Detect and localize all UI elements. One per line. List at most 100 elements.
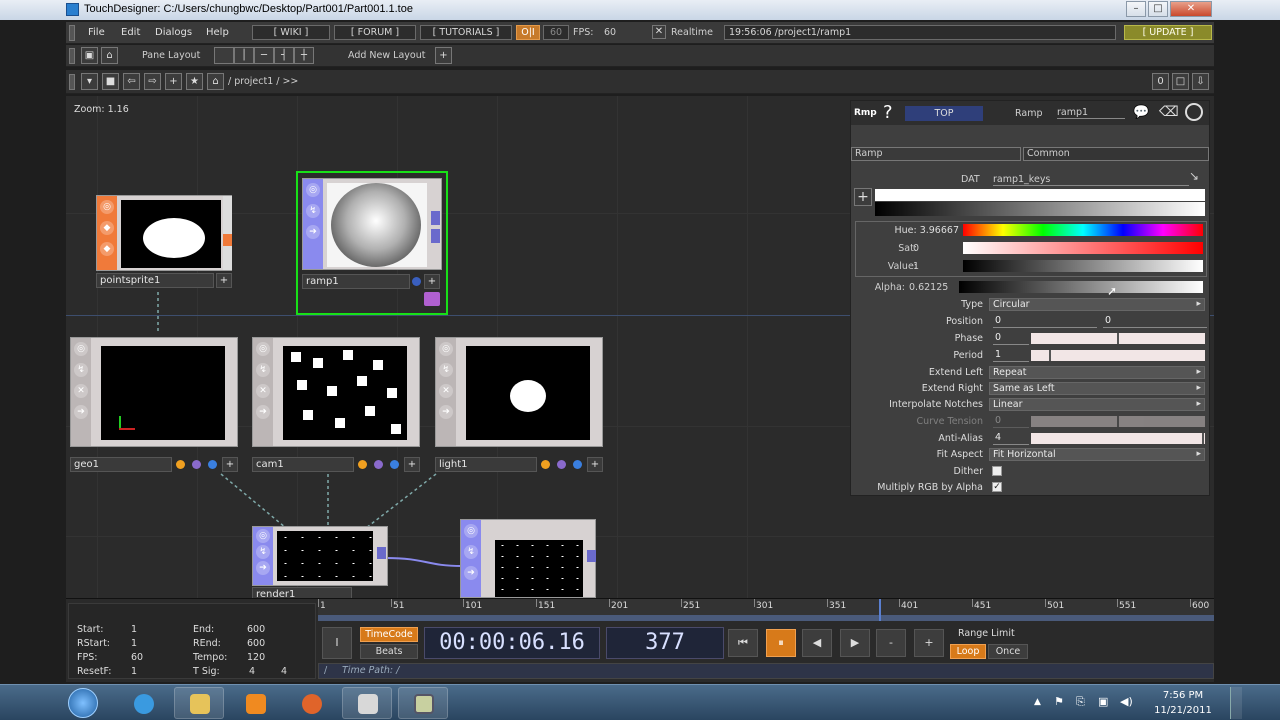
i-button[interactable]: I <box>322 627 352 659</box>
comment-icon[interactable]: 💬 <box>1133 105 1149 120</box>
menu-dialogs[interactable]: Dialogs <box>155 27 192 38</box>
layout-hsplit-button[interactable]: ─ <box>254 47 274 64</box>
tray-date[interactable]: 11/21/2011 <box>1140 705 1226 716</box>
tempo-value[interactable]: 120 <box>247 652 265 663</box>
minimize-button[interactable]: – <box>1126 1 1146 17</box>
curve-tension-slider[interactable] <box>1031 416 1205 427</box>
value-value[interactable]: 1 <box>913 261 919 272</box>
fps-box[interactable]: 60 <box>543 25 569 40</box>
tab-common[interactable]: Common <box>1023 147 1209 161</box>
dat-field[interactable]: ramp1_keys <box>993 174 1189 186</box>
show-desktop-button[interactable] <box>1230 687 1242 719</box>
oi-toggle[interactable]: O|I <box>516 25 540 40</box>
sat-slider[interactable] <box>963 242 1203 254</box>
value-slider[interactable] <box>963 260 1203 272</box>
image-icon[interactable]: ▣ <box>81 47 98 64</box>
target-icon[interactable] <box>1185 103 1203 121</box>
taskbar-touchdesigner[interactable] <box>398 687 448 719</box>
node-label-geo[interactable]: geo1 <box>70 457 172 472</box>
stop-icon[interactable]: ■ <box>102 73 119 90</box>
taskbar-ie[interactable] <box>118 687 168 719</box>
forum-button[interactable]: [ FORUM ] <box>334 25 416 40</box>
viewer-icon[interactable]: ◎ <box>100 200 114 214</box>
extend-right-menu[interactable]: Same as Left <box>989 382 1205 395</box>
node-render[interactable]: ◎ ↯ ➔ <box>252 526 388 586</box>
loop-button[interactable]: Loop <box>950 644 986 659</box>
add-icon[interactable]: + <box>216 273 232 288</box>
ramp-keys-bar[interactable] <box>875 189 1205 201</box>
close-icon[interactable]: ✕ <box>256 384 270 398</box>
position-y[interactable]: 0 <box>1103 315 1207 328</box>
node-label-pointsprite[interactable]: pointsprite1 <box>96 273 214 288</box>
node-flag-purple[interactable] <box>424 292 440 306</box>
once-button[interactable]: Once <box>988 644 1028 659</box>
rend-value[interactable]: 600 <box>247 638 265 649</box>
extend-left-menu[interactable]: Repeat <box>989 366 1205 379</box>
tray-network-icon[interactable]: ▣ <box>1098 695 1108 708</box>
hue-value[interactable]: 3.96667 <box>920 225 959 236</box>
tray-volume-icon[interactable]: ◀) <box>1120 695 1133 708</box>
dither-checkbox[interactable] <box>992 466 1002 476</box>
multiply-alpha-checkbox[interactable]: ✓ <box>992 482 1002 492</box>
time-display[interactable]: 00:00:06.16 <box>424 627 600 659</box>
anti-alias-slider[interactable] <box>1031 433 1205 444</box>
type-menu[interactable]: Circular <box>989 298 1205 311</box>
rewind-button[interactable]: ⏮ <box>728 629 758 657</box>
viewer-icon[interactable]: ◎ <box>439 342 453 356</box>
hue-slider[interactable] <box>963 224 1203 236</box>
bypass-icon[interactable]: ◆ <box>100 221 114 235</box>
taskbar-firefox[interactable] <box>286 687 336 719</box>
viewer-icon[interactable]: ◎ <box>306 183 320 197</box>
time-path-bar[interactable] <box>318 663 1214 679</box>
add-icon[interactable]: + <box>587 457 603 472</box>
resetf-value[interactable]: 1 <box>131 666 137 677</box>
viewer-icon[interactable]: ◎ <box>464 524 478 538</box>
eraser-icon[interactable]: ⌫ <box>1159 104 1179 120</box>
alpha-value[interactable]: 0.62125 <box>909 282 948 293</box>
close-button[interactable]: ✕ <box>1170 1 1212 17</box>
bypass-icon[interactable]: ↯ <box>306 204 320 218</box>
fit-aspect-menu[interactable]: Fit Horizontal <box>989 448 1205 461</box>
grip-handle[interactable] <box>69 74 75 90</box>
add-icon[interactable]: + <box>222 457 238 472</box>
node-out[interactable]: ◎ ↯ ➔ <box>460 519 596 598</box>
bypass-icon[interactable]: ↯ <box>464 545 478 559</box>
tray-chevron-icon[interactable]: ▲ <box>1034 697 1041 707</box>
grip-handle[interactable] <box>69 48 75 64</box>
curve-tension-field[interactable]: 0 <box>993 415 1029 428</box>
star-icon[interactable]: ★ <box>186 73 203 90</box>
add-icon[interactable]: + <box>165 73 182 90</box>
update-button[interactable]: [ UPDATE ] <box>1124 25 1212 40</box>
arrow-icon[interactable]: ↘ <box>1189 169 1199 183</box>
taskbar-app[interactable] <box>342 687 392 719</box>
bypass-icon[interactable]: ↯ <box>74 363 88 377</box>
viewer-icon[interactable]: ◎ <box>74 342 88 356</box>
alpha-slider[interactable] <box>959 281 1203 293</box>
node-label-ramp[interactable]: ramp1 <box>302 274 410 289</box>
layout-single-button[interactable] <box>214 47 234 64</box>
start-value[interactable]: 1 <box>131 624 137 635</box>
node-light[interactable]: ◎ ↯ ✕ ➔ <box>435 337 603 447</box>
step-forward-button[interactable]: + <box>914 629 944 657</box>
close-icon[interactable]: ✕ <box>74 384 88 398</box>
tsig-denominator[interactable]: 4 <box>281 666 287 677</box>
add-icon[interactable]: + <box>404 457 420 472</box>
period-field[interactable]: 1 <box>993 349 1029 362</box>
bypass-icon[interactable]: ↯ <box>256 363 270 377</box>
menu-file[interactable]: File <box>88 27 105 38</box>
display-icon[interactable]: ◆ <box>100 242 114 256</box>
maximize-button[interactable]: □ <box>1148 1 1168 17</box>
viewer-icon[interactable]: ◎ <box>256 342 270 356</box>
node-label-cam[interactable]: cam1 <box>252 457 354 472</box>
op-name-field[interactable]: ramp1 <box>1057 107 1125 119</box>
pause-button[interactable]: ⏸ <box>766 629 796 657</box>
playhead[interactable] <box>879 599 881 621</box>
arrow-icon[interactable]: ➔ <box>439 405 453 419</box>
render-flag[interactable] <box>358 460 367 469</box>
display-flag[interactable] <box>192 460 201 469</box>
node-label-render[interactable]: render1 <box>252 587 352 598</box>
add-key-button[interactable]: + <box>854 188 872 206</box>
node-pointsprite[interactable]: ◎ ◆ ◆ <box>96 195 232 271</box>
add-layout-button[interactable]: + <box>435 47 452 64</box>
help-icon[interactable]: ? <box>883 102 893 123</box>
